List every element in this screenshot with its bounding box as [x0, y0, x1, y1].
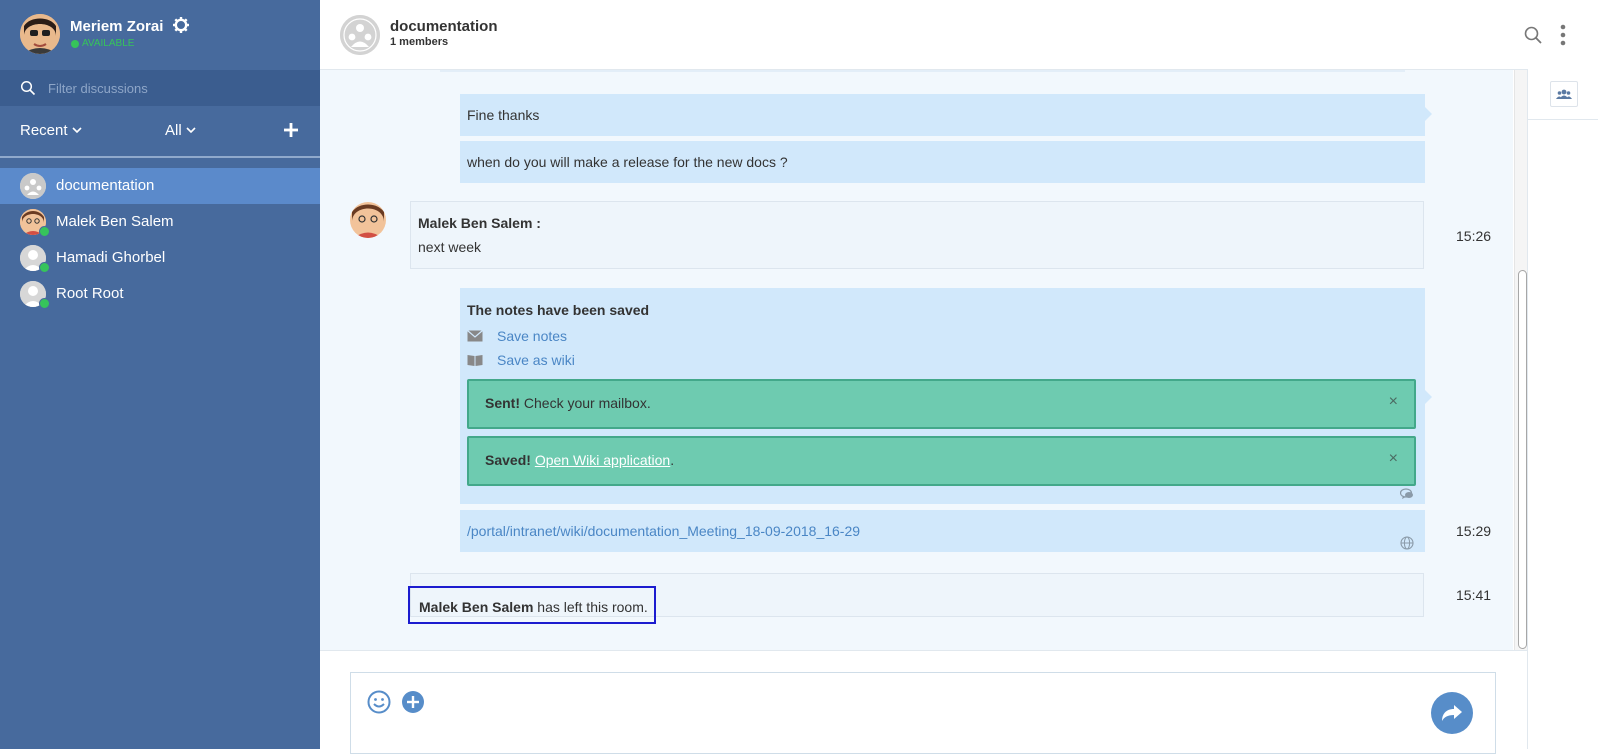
status-label: AVAILABLE	[82, 38, 135, 49]
left-text: has left this room.	[537, 599, 648, 615]
open-wiki-link[interactable]: Open Wiki application	[535, 452, 670, 468]
participants-box	[1549, 81, 1578, 107]
participants-button[interactable]	[1528, 69, 1598, 120]
save-notes-label: Save notes	[497, 328, 568, 344]
scrollbar-thumb[interactable]	[1518, 270, 1527, 649]
recent-dropdown[interactable]: Recent	[20, 122, 82, 139]
online-dot-icon	[39, 226, 50, 237]
saved-alert-text: Saved! Open Wiki application.	[485, 452, 674, 468]
book-icon	[467, 355, 483, 366]
saved-tail: .	[670, 452, 675, 468]
filters-row: Recent All	[0, 106, 320, 158]
room-name: Malek Ben Salem	[56, 213, 174, 230]
save-notes-link[interactable]: Save notes	[467, 328, 567, 344]
all-dropdown[interactable]: All	[165, 122, 196, 139]
right-panel	[1527, 69, 1598, 749]
chevron-down-icon	[71, 127, 82, 134]
all-label: All	[165, 122, 182, 139]
notes-saved-bubble: The notes have been saved Save notes Sav…	[460, 288, 1425, 504]
smiley-icon[interactable]	[367, 690, 391, 714]
close-alert-icon[interactable]: ×	[1389, 393, 1398, 411]
online-dot-icon	[39, 262, 50, 273]
message-time: 15:26	[1456, 228, 1492, 244]
gear-icon[interactable]	[173, 17, 189, 33]
web-icon[interactable]	[1400, 536, 1414, 550]
message-text: Fine thanks	[467, 107, 540, 123]
message-bubble-partial	[440, 70, 1405, 72]
left-room-text: Malek Ben Salem has left this room.	[419, 599, 648, 615]
room-avatar	[20, 173, 46, 199]
bubble-tail	[1425, 390, 1432, 404]
room-members-count[interactable]: 1 members	[390, 36, 448, 48]
user-header: Meriem Zorai AVAILABLE	[0, 0, 320, 70]
user-avatar[interactable]	[20, 14, 60, 54]
message-list: Fine thanks when do you will make a rele…	[320, 70, 1513, 650]
saved-strong: Saved!	[485, 452, 531, 468]
sent-alert-text: Sent! Check your mailbox.	[485, 395, 651, 411]
composer-area	[320, 650, 1527, 754]
left-name: Malek Ben Salem	[419, 599, 534, 615]
room-name: Root Root	[56, 285, 124, 302]
room-name: Hamadi Ghorbel	[56, 249, 166, 266]
search-icon[interactable]	[1524, 26, 1542, 44]
search-icon	[20, 80, 36, 96]
sent-text: Check your mailbox.	[523, 395, 651, 411]
message-time: 15:29	[1456, 523, 1492, 539]
user-status[interactable]: AVAILABLE	[71, 38, 134, 49]
online-dot-icon	[39, 298, 50, 309]
room-header: documentation 1 members	[320, 0, 1598, 70]
save-as-wiki-link[interactable]: Save as wiki	[467, 352, 575, 368]
room-list: documentation Malek Ben Salem Hamadi Gho…	[0, 168, 320, 312]
filter-discussions-input[interactable]	[48, 77, 298, 99]
user-name: Meriem Zorai	[70, 18, 164, 35]
sidebar: Meriem Zorai AVAILABLE Recent All	[0, 0, 320, 749]
message-bubble: when do you will make a release for the …	[460, 141, 1425, 183]
send-arrow-icon	[1442, 705, 1462, 721]
sent-alert: Sent! Check your mailbox. ×	[467, 379, 1416, 429]
room-name: documentation	[56, 177, 155, 194]
left-room-notice[interactable]: Malek Ben Salem has left this room.	[408, 586, 656, 624]
room-title: documentation	[390, 18, 498, 35]
saved-alert: Saved! Open Wiki application. ×	[467, 436, 1416, 486]
message-composer[interactable]	[350, 672, 1496, 754]
message-scrollbar[interactable]	[1514, 70, 1528, 650]
room-avatar	[340, 15, 380, 55]
wiki-path-bubble: /portal/intranet/wiki/documentation_Meet…	[460, 510, 1425, 552]
menu-dots-icon[interactable]	[1560, 24, 1566, 46]
sent-strong: Sent!	[485, 395, 520, 411]
participants-icon	[1555, 89, 1572, 99]
sender-avatar[interactable]	[350, 202, 386, 238]
message-bubble: Fine thanks	[460, 94, 1425, 136]
wiki-path-link[interactable]: /portal/intranet/wiki/documentation_Meet…	[467, 523, 860, 539]
add-circle-icon[interactable]	[401, 690, 425, 714]
filter-bar	[0, 70, 320, 106]
send-button[interactable]	[1431, 692, 1473, 734]
room-item-malek-ben-salem[interactable]: Malek Ben Salem	[0, 204, 320, 240]
message-time: 15:41	[1456, 587, 1492, 603]
notes-title: The notes have been saved	[467, 302, 650, 318]
peer-message-bubble: Malek Ben Salem : next week	[410, 201, 1424, 269]
comment-icon[interactable]	[1400, 488, 1414, 500]
message-text: next week	[418, 239, 482, 255]
room-item-documentation[interactable]: documentation	[0, 168, 320, 204]
close-alert-icon[interactable]: ×	[1389, 450, 1398, 468]
room-item-hamadi-ghorbel[interactable]: Hamadi Ghorbel	[0, 240, 320, 276]
plus-icon[interactable]	[283, 122, 299, 138]
recent-label: Recent	[20, 122, 68, 139]
envelope-icon	[467, 330, 483, 342]
room-item-root-root[interactable]: Root Root	[0, 276, 320, 312]
message-text: when do you will make a release for the …	[467, 154, 788, 170]
status-dot-icon	[71, 39, 79, 48]
save-as-wiki-label: Save as wiki	[497, 352, 575, 368]
bubble-tail	[1425, 107, 1432, 121]
chevron-down-icon	[186, 127, 196, 134]
sender-name[interactable]: Malek Ben Salem :	[418, 215, 541, 231]
